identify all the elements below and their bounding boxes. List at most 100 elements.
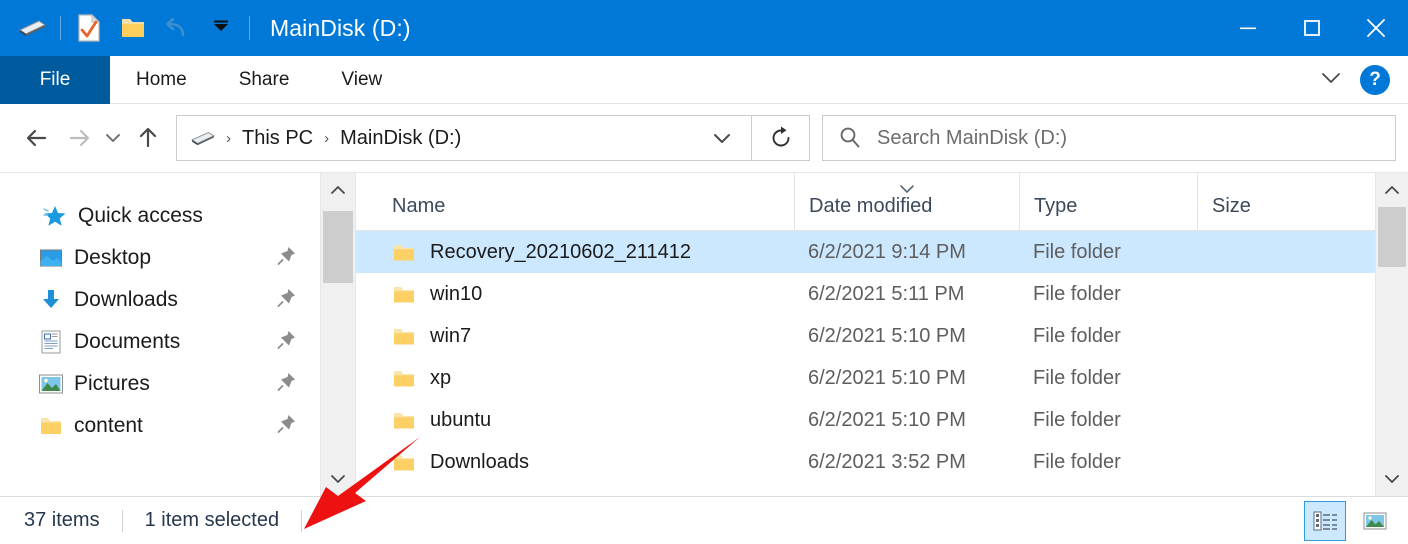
folder-icon bbox=[392, 284, 416, 305]
sidebar-item-label: Documents bbox=[74, 330, 180, 354]
scroll-track[interactable] bbox=[321, 207, 355, 462]
scroll-track[interactable] bbox=[1376, 207, 1408, 462]
scroll-down-icon[interactable] bbox=[1376, 462, 1408, 496]
navigation-pane-scrollbar[interactable] bbox=[320, 173, 356, 496]
sidebar-item-desktop[interactable]: Desktop bbox=[0, 237, 320, 279]
tab-view[interactable]: View bbox=[315, 56, 408, 104]
sidebar-item-label: content bbox=[74, 414, 143, 438]
breadcrumb[interactable]: › This PC › MainDisk (D:) bbox=[176, 115, 752, 161]
title-bar: MainDisk (D:) bbox=[0, 0, 1408, 56]
pin-icon[interactable] bbox=[276, 413, 298, 440]
breadcrumb-item-maindisk[interactable]: MainDisk (D:) bbox=[336, 127, 465, 150]
column-header-date-modified[interactable]: Date modified bbox=[794, 172, 1019, 230]
desktop-icon bbox=[38, 245, 64, 271]
folder-icon bbox=[392, 326, 416, 347]
file-name: ubuntu bbox=[430, 409, 491, 432]
sidebar-item-quick-access[interactable]: Quick access bbox=[0, 195, 320, 237]
search-box[interactable]: Search MainDisk (D:) bbox=[822, 115, 1396, 161]
table-row[interactable]: Downloads 6/2/2021 3:52 PM File folder bbox=[356, 441, 1375, 483]
table-row[interactable]: xp 6/2/2021 5:10 PM File folder bbox=[356, 357, 1375, 399]
status-bar: 37 items 1 item selected bbox=[0, 496, 1408, 544]
recent-locations-chevron-icon[interactable] bbox=[98, 118, 128, 158]
tab-share[interactable]: Share bbox=[213, 56, 316, 104]
file-date: 6/2/2021 3:52 PM bbox=[794, 451, 1019, 474]
scroll-up-icon[interactable] bbox=[1376, 173, 1408, 207]
close-button[interactable] bbox=[1344, 0, 1408, 56]
maximize-button[interactable] bbox=[1280, 0, 1344, 56]
new-folder-icon[interactable] bbox=[111, 6, 155, 50]
address-bar: › This PC › MainDisk (D:) bbox=[0, 104, 1408, 172]
breadcrumb-separator-2: › bbox=[317, 130, 336, 147]
folder-icon bbox=[38, 413, 64, 439]
file-name: Downloads bbox=[430, 451, 529, 474]
window-controls bbox=[1216, 0, 1408, 56]
column-header-name[interactable]: Name bbox=[356, 172, 794, 230]
refresh-button[interactable] bbox=[752, 115, 810, 161]
up-button[interactable] bbox=[128, 118, 168, 158]
large-icons-view-button[interactable] bbox=[1354, 501, 1396, 541]
view-mode-buttons bbox=[1304, 501, 1396, 541]
pin-icon[interactable] bbox=[276, 329, 298, 356]
scroll-up-icon[interactable] bbox=[321, 173, 355, 207]
file-name-cell: xp bbox=[356, 367, 794, 390]
breadcrumb-drive-icon bbox=[189, 128, 217, 148]
drive-icon[interactable] bbox=[10, 6, 54, 50]
search-icon bbox=[837, 125, 863, 151]
file-name-cell: ubuntu bbox=[356, 409, 794, 432]
sidebar-item-pictures[interactable]: Pictures bbox=[0, 363, 320, 405]
file-name-cell: win7 bbox=[356, 325, 794, 348]
file-list-scrollbar[interactable] bbox=[1375, 173, 1408, 496]
file-name: xp bbox=[430, 367, 451, 390]
table-row[interactable]: win10 6/2/2021 5:11 PM File folder bbox=[356, 273, 1375, 315]
details-view-button[interactable] bbox=[1304, 501, 1346, 541]
file-type: File folder bbox=[1019, 409, 1197, 432]
pin-icon[interactable] bbox=[276, 287, 298, 314]
file-type: File folder bbox=[1019, 367, 1197, 390]
sidebar-item-content[interactable]: content bbox=[0, 405, 320, 447]
file-type: File folder bbox=[1019, 241, 1197, 264]
file-date: 6/2/2021 5:11 PM bbox=[794, 283, 1019, 306]
sidebar-item-downloads[interactable]: Downloads bbox=[0, 279, 320, 321]
search-input[interactable]: Search MainDisk (D:) bbox=[877, 127, 1067, 150]
table-row[interactable]: ubuntu 6/2/2021 5:10 PM File folder bbox=[356, 399, 1375, 441]
back-button[interactable] bbox=[18, 118, 58, 158]
documents-icon bbox=[38, 329, 64, 355]
sidebar-item-label: Quick access bbox=[78, 204, 203, 228]
scroll-thumb[interactable] bbox=[1378, 207, 1406, 267]
tab-home[interactable]: Home bbox=[110, 56, 213, 104]
folder-icon bbox=[392, 410, 416, 431]
pin-icon[interactable] bbox=[276, 245, 298, 272]
sort-indicator-icon bbox=[896, 178, 918, 201]
file-rows: Recovery_20210602_211412 6/2/2021 9:14 P… bbox=[356, 231, 1375, 496]
status-divider bbox=[122, 510, 123, 532]
explorer-window: MainDisk (D:) File Home Share View bbox=[0, 0, 1408, 544]
pin-icon[interactable] bbox=[276, 371, 298, 398]
forward-button bbox=[58, 118, 98, 158]
column-label: Type bbox=[1034, 195, 1077, 218]
tab-file[interactable]: File bbox=[0, 56, 110, 104]
file-name: Recovery_20210602_211412 bbox=[430, 241, 691, 264]
undo-icon bbox=[155, 6, 199, 50]
folder-icon bbox=[392, 452, 416, 473]
breadcrumb-item-this-pc[interactable]: This PC bbox=[238, 127, 317, 150]
table-row[interactable]: win7 6/2/2021 5:10 PM File folder bbox=[356, 315, 1375, 357]
column-label: Name bbox=[392, 195, 445, 218]
properties-icon[interactable] bbox=[67, 6, 111, 50]
customize-chevron-icon[interactable] bbox=[199, 6, 243, 50]
column-header-type[interactable]: Type bbox=[1019, 172, 1197, 230]
file-date: 6/2/2021 9:14 PM bbox=[794, 241, 1019, 264]
table-row[interactable]: Recovery_20210602_211412 6/2/2021 9:14 P… bbox=[356, 231, 1375, 273]
expand-ribbon-chevron-icon[interactable] bbox=[1316, 68, 1346, 93]
file-type: File folder bbox=[1019, 451, 1197, 474]
navigation-pane: Quick access Desktop bbox=[0, 173, 320, 496]
file-list: Name Date modified Type Size bbox=[356, 173, 1375, 496]
help-icon[interactable]: ? bbox=[1360, 65, 1390, 95]
file-type: File folder bbox=[1019, 325, 1197, 348]
downloads-icon bbox=[38, 287, 64, 313]
scroll-thumb[interactable] bbox=[323, 211, 353, 283]
scroll-down-icon[interactable] bbox=[321, 462, 355, 496]
column-header-size[interactable]: Size bbox=[1197, 172, 1375, 230]
breadcrumb-dropdown-chevron-icon[interactable] bbox=[709, 128, 741, 148]
minimize-button[interactable] bbox=[1216, 0, 1280, 56]
sidebar-item-documents[interactable]: Documents bbox=[0, 321, 320, 363]
